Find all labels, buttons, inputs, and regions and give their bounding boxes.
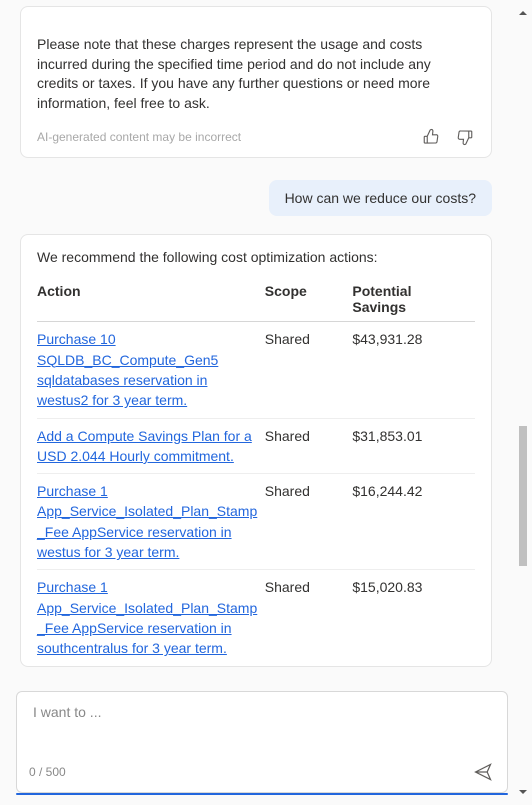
- column-header-scope: Scope: [265, 279, 353, 322]
- chat-panel: Please note that these charges represent…: [0, 0, 532, 805]
- column-header-action: Action: [37, 279, 265, 322]
- action-link[interactable]: Purchase 1 App_Service_Isolated_Plan_Sta…: [37, 483, 257, 560]
- user-message-row: How can we reduce our costs?: [20, 180, 492, 216]
- savings-cell: $15,020.83: [352, 570, 475, 666]
- scrollbar-thumb[interactable]: [519, 426, 527, 566]
- char-counter: 0 / 500: [29, 765, 66, 779]
- input-focus-underline: [16, 793, 508, 795]
- savings-cell: $16,244.42: [352, 474, 475, 570]
- table-row: Purchase 10 SQLDB_BC_Compute_Gen5 sqldat…: [37, 322, 475, 418]
- thumbs-up-icon[interactable]: [421, 127, 441, 147]
- chat-scroll-region: Please note that these charges represent…: [0, 0, 512, 685]
- feedback-icon-group: [421, 127, 475, 147]
- scope-cell: Shared: [265, 418, 353, 474]
- send-icon[interactable]: [471, 760, 495, 784]
- action-link[interactable]: Add a Compute Savings Plan for a USD 2.0…: [37, 428, 252, 464]
- table-row: Purchase 1 App_Service_Isolated_Plan_Sta…: [37, 570, 475, 666]
- chat-input-placeholder[interactable]: I want to ...: [29, 702, 495, 722]
- recommendations-table: Action Scope Potential Savings Purchase …: [37, 279, 475, 665]
- ai-disclaimer-label: AI-generated content may be incorrect: [37, 130, 241, 144]
- scope-cell: Shared: [265, 322, 353, 418]
- recommendations-intro: We recommend the following cost optimiza…: [37, 249, 475, 265]
- recommendations-card: We recommend the following cost optimiza…: [20, 234, 492, 666]
- column-header-savings: Potential Savings: [352, 279, 475, 322]
- savings-cell: $31,853.01: [352, 418, 475, 474]
- ai-note-paragraph: Please note that these charges represent…: [37, 35, 475, 113]
- ai-message-footer: AI-generated content may be incorrect: [37, 127, 475, 147]
- scope-cell: Shared: [265, 474, 353, 570]
- recommendations-tbody: Purchase 10 SQLDB_BC_Compute_Gen5 sqldat…: [37, 322, 475, 666]
- savings-cell: $43,931.28: [352, 322, 475, 418]
- table-row: Purchase 1 App_Service_Isolated_Plan_Sta…: [37, 474, 475, 570]
- ai-message-card: Please note that these charges represent…: [20, 6, 492, 158]
- chat-input-box[interactable]: I want to ... 0 / 500: [16, 691, 508, 793]
- user-message-bubble: How can we reduce our costs?: [269, 180, 492, 216]
- scroll-up-arrow-icon[interactable]: [516, 6, 530, 20]
- action-link[interactable]: Purchase 10 SQLDB_BC_Compute_Gen5 sqldat…: [37, 331, 218, 408]
- thumbs-down-icon[interactable]: [455, 127, 475, 147]
- scope-cell: Shared: [265, 570, 353, 666]
- scroll-down-arrow-icon[interactable]: [516, 785, 530, 799]
- action-link[interactable]: Purchase 1 App_Service_Isolated_Plan_Sta…: [37, 579, 257, 656]
- table-row: Add a Compute Savings Plan for a USD 2.0…: [37, 418, 475, 474]
- chat-input-footer: 0 / 500: [29, 760, 495, 784]
- vertical-scrollbar[interactable]: [516, 6, 530, 799]
